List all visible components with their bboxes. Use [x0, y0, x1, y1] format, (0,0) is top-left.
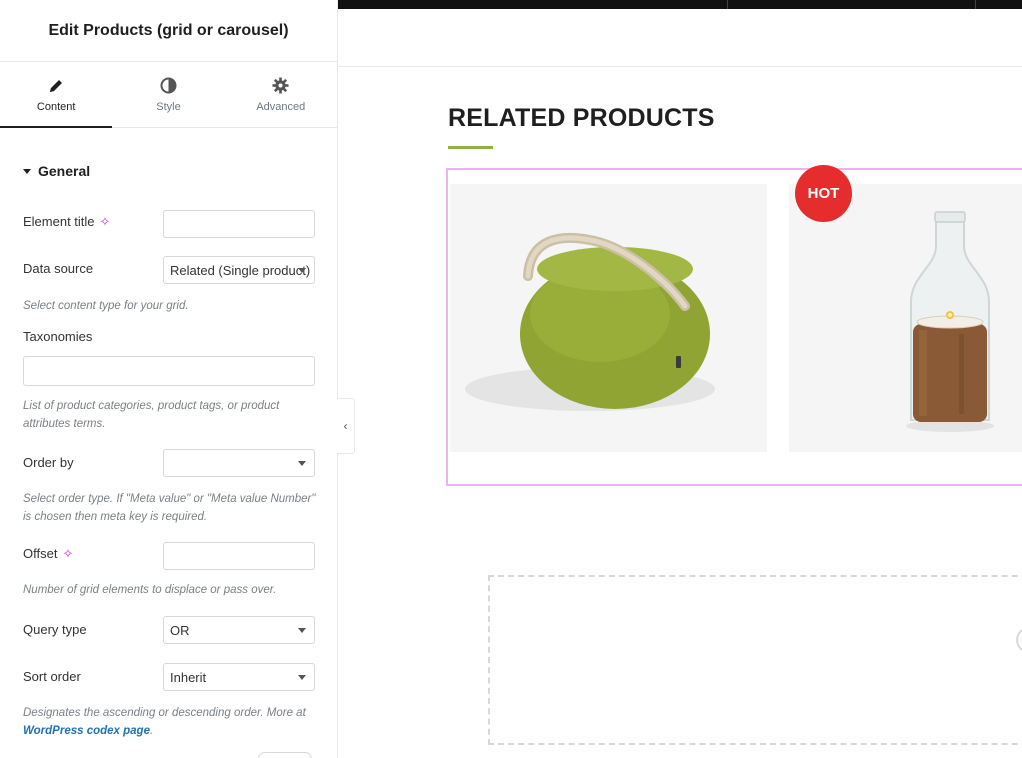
desc-text: Designates the ascending or descending o… [23, 707, 306, 719]
ai-sparkle-icon[interactable]: ✧ [62, 547, 73, 560]
panel-tabs: Content Style Advanced [0, 62, 337, 128]
tab-label: Advanced [256, 100, 306, 113]
ai-sparkle-icon[interactable]: ✧ [100, 215, 111, 228]
desc-text: . [149, 725, 154, 737]
editor-panel: Edit Products (grid or carousel) Content… [0, 0, 338, 758]
data-source-description: Select content type for your grid. [23, 300, 189, 312]
toolbar-separator [975, 0, 976, 9]
order-by-select[interactable] [163, 449, 315, 477]
element-title-label: Element title ✧ [23, 214, 110, 229]
taxonomies-label: Taxonomies [23, 329, 93, 344]
select-value: Inherit [170, 669, 207, 685]
products-grid-widget[interactable]: HOT [446, 165, 1022, 486]
product-card-candle-bottle[interactable] [789, 184, 1022, 452]
panel-header: Edit Products (grid or carousel) [0, 0, 337, 62]
label-text: Offset [23, 546, 58, 561]
data-source-label: Data source [23, 261, 94, 276]
preview-header-area [339, 9, 1022, 67]
taxonomies-input[interactable] [23, 356, 315, 386]
section-general-toggle[interactable]: General [23, 163, 90, 179]
select-value: Related (Single product) [170, 262, 311, 278]
query-type-label: Query type [23, 622, 87, 637]
gear-icon [272, 77, 290, 95]
hot-badge: HOT [795, 165, 852, 222]
candle-bottle-image [906, 211, 994, 432]
sort-order-description: Designates the ascending or descending o… [23, 704, 318, 740]
related-products-heading: RELATED PRODUCTS [448, 104, 715, 132]
label-text: Element title [23, 214, 95, 229]
tab-style[interactable]: Style [112, 62, 224, 127]
pencil-icon [47, 77, 65, 95]
query-type-select[interactable]: OR [163, 616, 315, 644]
product-card-pouf[interactable] [450, 184, 767, 452]
panel-title: Edit Products (grid or carousel) [48, 21, 289, 39]
half-circle-icon [159, 77, 177, 95]
wordpress-codex-link[interactable]: WordPress codex page [23, 725, 150, 737]
tab-label: Content [36, 100, 76, 113]
tab-advanced[interactable]: Advanced [225, 62, 337, 127]
toolbar-separator [727, 0, 728, 9]
data-source-select[interactable]: Related (Single product) [163, 256, 315, 284]
taxonomies-description: List of product categories, product tags… [23, 400, 280, 430]
preview-canvas: RELATED PRODUCTS HOT [339, 9, 1022, 758]
tab-content[interactable]: Content [0, 62, 113, 128]
section-title: General [38, 163, 91, 179]
order-by-label: Order by [23, 455, 74, 470]
collapse-panel-button[interactable]: ‹ [337, 398, 355, 454]
empty-drop-area[interactable] [488, 575, 1022, 745]
element-title-input[interactable] [163, 210, 315, 238]
offset-input[interactable] [163, 542, 315, 570]
sort-order-label: Sort order [23, 669, 81, 684]
tab-label: Style [156, 100, 181, 113]
offset-label: Offset ✧ [23, 546, 73, 561]
toggle-switch[interactable] [258, 752, 312, 758]
caret-down-icon [23, 168, 31, 174]
offset-description: Number of grid elements to displace or p… [23, 584, 277, 596]
sort-order-select[interactable]: Inherit [163, 663, 315, 691]
order-by-description: Select order type. If "Meta value" or "M… [23, 493, 316, 523]
select-value: OR [170, 622, 190, 638]
chevron-left-icon: ‹ [343, 419, 348, 433]
heading-underline [448, 146, 493, 149]
pouf-image [465, 232, 715, 411]
